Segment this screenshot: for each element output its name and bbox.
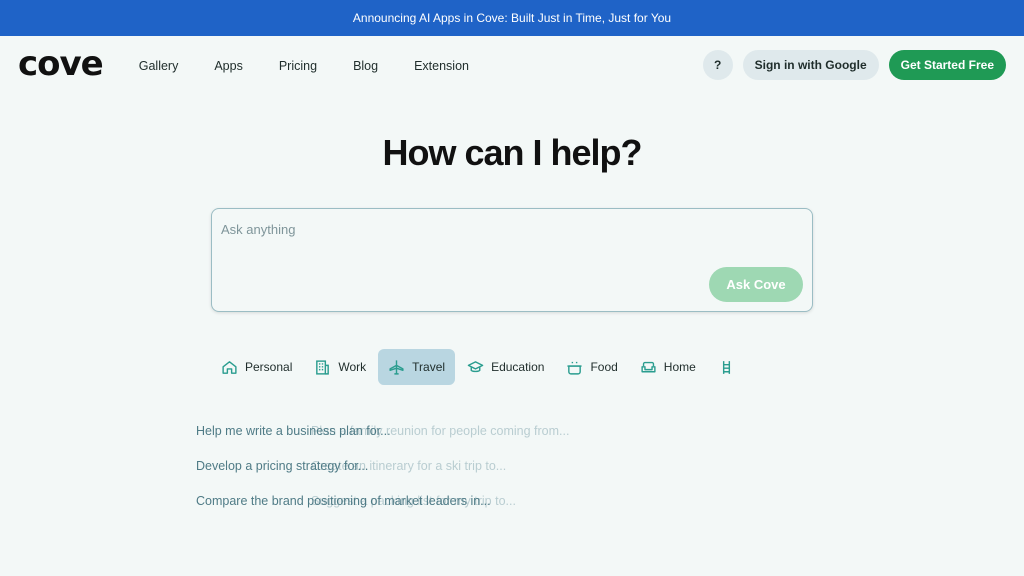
suggestion-text[interactable]: Compare the brand positioning of market … bbox=[196, 494, 491, 508]
suggestion-list: Plan a family reunion for people coming … bbox=[196, 422, 569, 527]
category-label: Work bbox=[338, 360, 367, 374]
nav-link-pricing[interactable]: Pricing bbox=[261, 59, 335, 73]
announcement-banner[interactable]: Announcing AI Apps in Cove: Built Just i… bbox=[0, 0, 1024, 36]
airplane-icon bbox=[389, 359, 404, 375]
get-started-button[interactable]: Get Started Free bbox=[888, 50, 1006, 80]
suggestion-text[interactable]: Help me write a business plan for... bbox=[196, 424, 391, 438]
cove-logo[interactable]: cove bbox=[18, 47, 104, 81]
ask-input[interactable] bbox=[221, 217, 801, 241]
page-title: How can I help? bbox=[382, 132, 642, 173]
cooking-pot-icon bbox=[567, 361, 583, 375]
category-label: Travel bbox=[412, 360, 446, 374]
announcement-text[interactable]: Announcing AI Apps in Cove: Built Just i… bbox=[353, 11, 671, 25]
category-home[interactable]: Home bbox=[630, 349, 706, 385]
category-label: Personal bbox=[245, 360, 293, 374]
ask-cove-button[interactable]: Ask Cove bbox=[709, 267, 803, 302]
sofa-icon bbox=[641, 361, 656, 372]
category-tabs: Personal Work Travel Education Food Home bbox=[211, 349, 745, 385]
graduation-cap-icon bbox=[467, 360, 484, 372]
category-personal[interactable]: Personal bbox=[211, 349, 302, 385]
ladder-icon bbox=[722, 360, 730, 374]
category-food[interactable]: Food bbox=[556, 349, 627, 385]
category-education[interactable]: Education bbox=[457, 349, 554, 385]
category-more[interactable] bbox=[708, 349, 745, 385]
nav-links: Gallery Apps Pricing Blog Extension bbox=[121, 59, 487, 73]
category-label: Food bbox=[590, 360, 618, 374]
top-nav: cove Gallery Apps Pricing Blog Extension… bbox=[0, 36, 1024, 96]
nav-link-gallery[interactable]: Gallery bbox=[121, 59, 197, 73]
building-icon bbox=[316, 359, 330, 375]
house-icon bbox=[222, 360, 237, 374]
nav-link-extension[interactable]: Extension bbox=[396, 59, 487, 73]
help-button[interactable]: ? bbox=[702, 50, 733, 80]
suggestion-item[interactable]: Suggest a packing list for my trip to...… bbox=[196, 492, 516, 527]
category-label: Home bbox=[663, 360, 696, 374]
suggestion-text[interactable]: Develop a pricing strategy for... bbox=[196, 459, 368, 473]
ask-box[interactable]: Ask Cove bbox=[211, 208, 813, 312]
suggestion-item[interactable]: Create an itinerary for a ski trip to...… bbox=[196, 457, 506, 492]
nav-link-blog[interactable]: Blog bbox=[335, 59, 396, 73]
sign-in-google-button[interactable]: Sign in with Google bbox=[742, 50, 879, 80]
category-work[interactable]: Work bbox=[304, 349, 376, 385]
nav-link-apps[interactable]: Apps bbox=[196, 59, 261, 73]
category-travel[interactable]: Travel bbox=[378, 349, 456, 385]
category-label: Education bbox=[491, 360, 545, 374]
suggestion-item[interactable]: Plan a family reunion for people coming … bbox=[196, 422, 569, 457]
nav-actions: ? Sign in with Google Get Started Free bbox=[702, 50, 1006, 80]
